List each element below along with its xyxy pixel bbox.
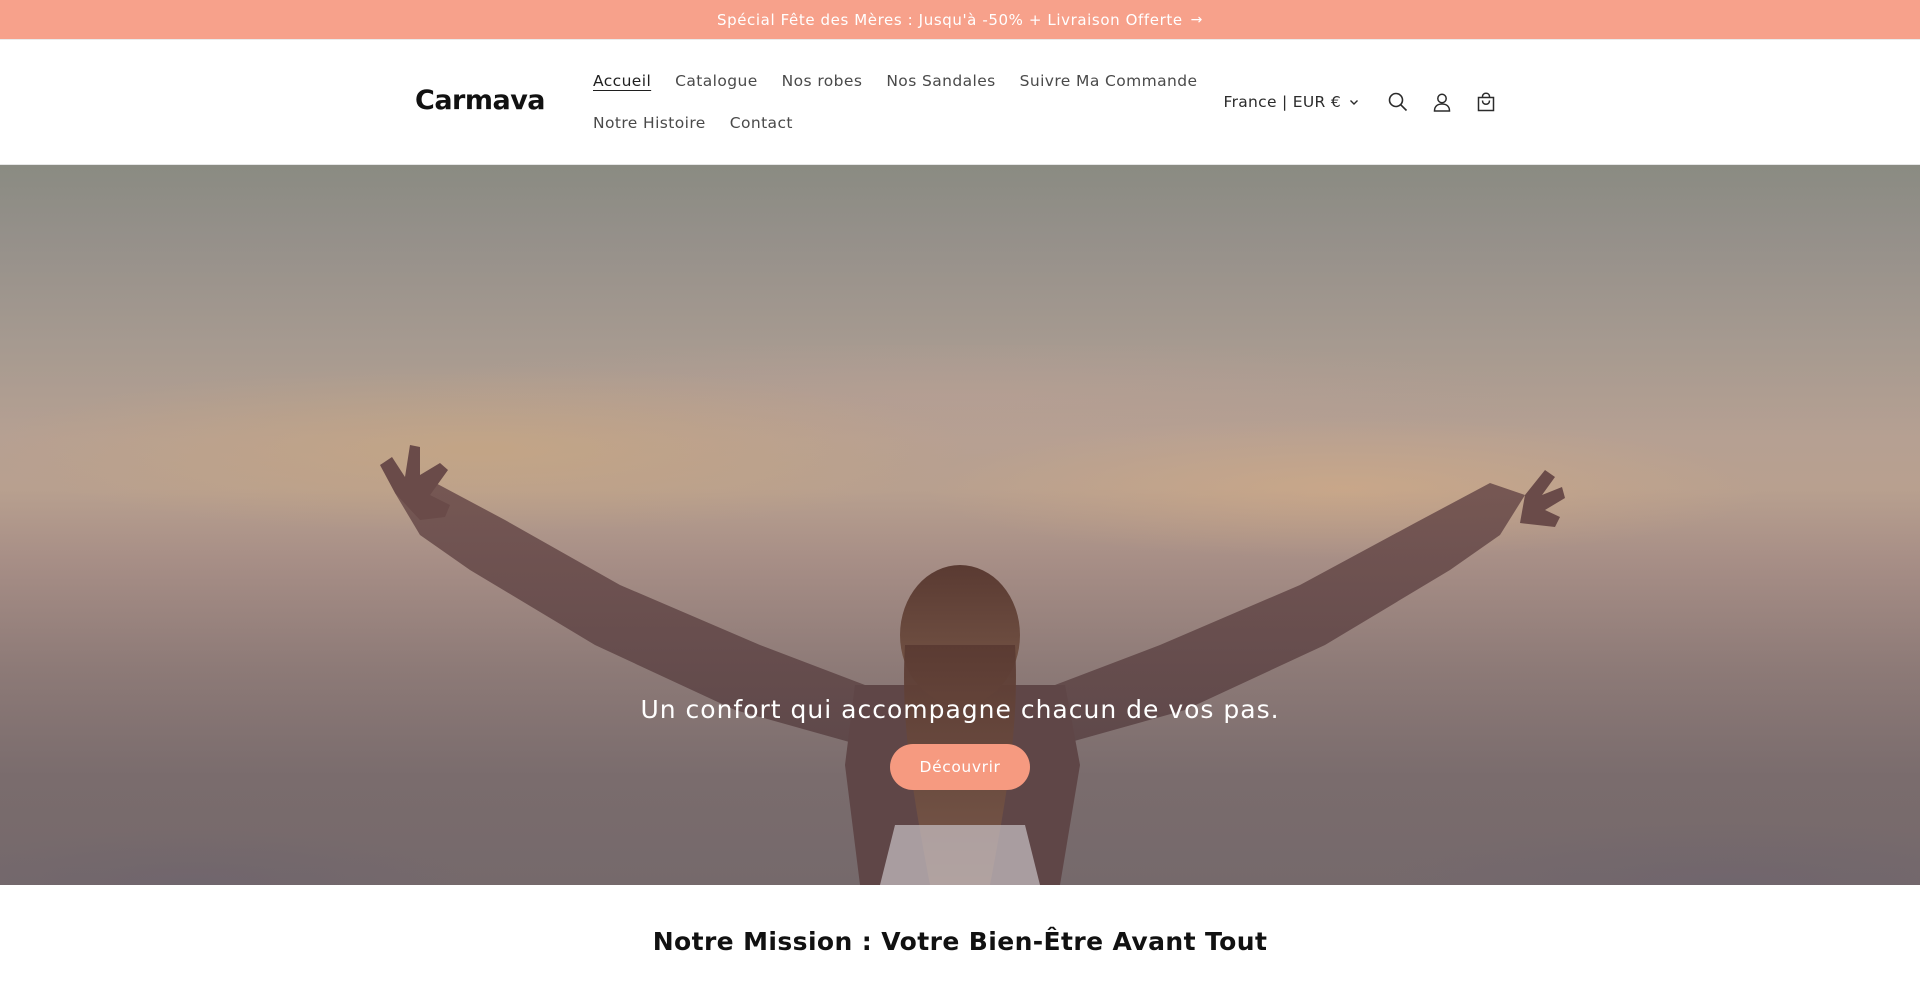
- hero-content: Un confort qui accompagne chacun de vos …: [0, 695, 1920, 790]
- announcement-text[interactable]: Spécial Fête des Mères : Jusqu'à -50% + …: [717, 11, 1183, 29]
- decouvrir-button[interactable]: Découvrir: [889, 744, 1031, 790]
- nav-item-nos-sandales[interactable]: Nos Sandales: [874, 60, 1007, 102]
- cart-button[interactable]: [1467, 80, 1505, 124]
- mission-section: Notre Mission : Votre Bien-Être Avant To…: [0, 885, 1920, 956]
- site-header: Carmava Accueil Catalogue Nos robes Nos …: [0, 40, 1920, 165]
- localization-label: France | EUR €: [1223, 93, 1341, 111]
- arrow-right-icon: →: [1190, 11, 1204, 28]
- account-button[interactable]: [1423, 80, 1461, 124]
- nav-item-accueil[interactable]: Accueil: [581, 60, 663, 102]
- main-navigation: Accueil Catalogue Nos robes Nos Sandales…: [581, 60, 1221, 144]
- country-currency-selector[interactable]: France | EUR €: [1223, 93, 1359, 111]
- nav-item-nos-robes[interactable]: Nos robes: [770, 60, 875, 102]
- hero-banner: Un confort qui accompagne chacun de vos …: [0, 165, 1920, 885]
- logo[interactable]: Carmava: [415, 85, 546, 116]
- hero-title: Un confort qui accompagne chacun de vos …: [640, 695, 1280, 724]
- nav-item-suivre-commande[interactable]: Suivre Ma Commande: [1008, 60, 1210, 102]
- cart-icon: [1477, 92, 1495, 112]
- chevron-down-icon: [1350, 100, 1358, 105]
- mission-title: Notre Mission : Votre Bien-Être Avant To…: [652, 927, 1268, 956]
- nav-item-notre-histoire[interactable]: Notre Histoire: [581, 102, 718, 144]
- account-icon: [1433, 93, 1451, 112]
- search-button[interactable]: [1379, 80, 1417, 124]
- announcement-bar[interactable]: Spécial Fête des Mères : Jusqu'à -50% + …: [0, 0, 1920, 40]
- nav-item-catalogue[interactable]: Catalogue: [663, 60, 770, 102]
- search-icon: [1388, 92, 1408, 112]
- nav-item-contact[interactable]: Contact: [718, 102, 805, 144]
- header-tools: France | EUR €: [1223, 40, 1505, 164]
